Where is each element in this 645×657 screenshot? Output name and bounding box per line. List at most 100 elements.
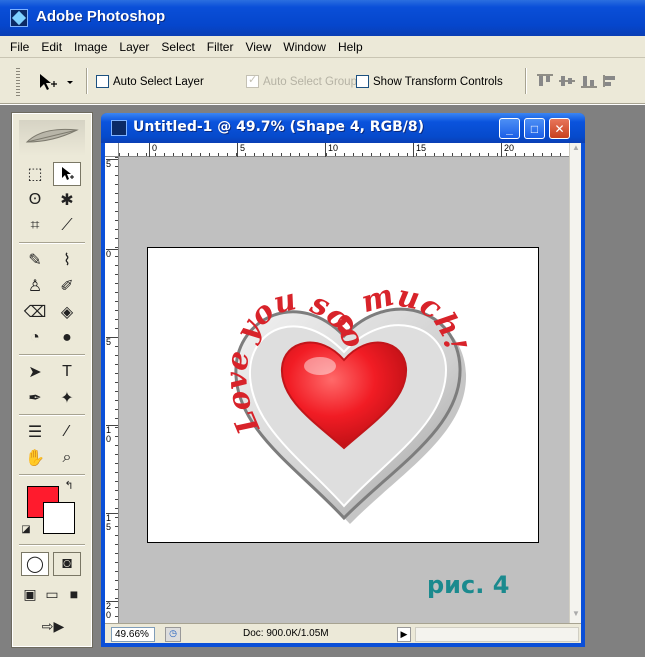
tool-preset-picker[interactable] — [36, 72, 76, 92]
blur-tool-icon[interactable]: ◔ — [21, 326, 49, 350]
separator — [19, 414, 85, 416]
vertical-scrollbar[interactable]: ▲ ▼ — [569, 143, 581, 623]
marquee-tool-icon[interactable]: ⬚ — [21, 162, 49, 186]
separator — [19, 242, 85, 244]
align-vertical-centers-icon[interactable] — [558, 74, 576, 88]
ruler-tick-label: 10 — [325, 143, 338, 157]
feather-icon — [25, 128, 79, 143]
ruler-tick-label: 2 0 — [106, 601, 118, 620]
paint-bucket-tool-icon[interactable]: ◈ — [53, 300, 81, 324]
doc-size-info: Doc: 900.0K/1.05M — [243, 628, 329, 639]
clone-stamp-tool-icon[interactable]: ♙ — [21, 274, 49, 298]
eyedropper-tool-icon[interactable]: ⁄ — [53, 420, 81, 444]
auto-select-groups-label: Auto Select Groups — [263, 75, 363, 88]
show-transform-controls-label: Show Transform Controls — [373, 75, 503, 88]
hand-tool-icon[interactable]: ✋ — [21, 446, 49, 470]
brush-tool-icon[interactable]: ⌇ — [53, 248, 81, 272]
notes-tool-icon[interactable]: ☰ — [21, 420, 49, 444]
standard-screen-mode-icon[interactable]: ▣ — [19, 582, 41, 606]
type-tool-icon[interactable]: T — [53, 360, 81, 384]
menu-window[interactable]: Window — [277, 40, 332, 54]
ruler-tick-label: 5 — [106, 337, 118, 347]
figure-caption: рис. 4 — [427, 571, 510, 599]
document-title-bar[interactable]: Untitled-1 @ 49.7% (Shape 4, RGB/8) _ □ … — [101, 113, 585, 143]
menu-edit[interactable]: Edit — [35, 40, 68, 54]
full-screen-menu-mode-icon[interactable]: ▭ — [41, 582, 63, 606]
ruler-tick-label: 5 — [106, 159, 118, 169]
close-button[interactable]: ✕ — [549, 118, 570, 139]
ruler-tick-label: 0 — [149, 143, 157, 157]
history-brush-tool-icon[interactable]: ✐ — [53, 274, 81, 298]
ruler-tick-label: 15 — [413, 143, 426, 157]
jump-to-imageready-icon[interactable]: ⇨▶ — [23, 614, 83, 638]
checkbox-box[interactable] — [96, 75, 109, 88]
ruler-tick-label: 20 — [501, 143, 514, 157]
options-bar-grip[interactable] — [16, 68, 20, 96]
minimize-button[interactable]: _ — [499, 118, 520, 139]
document-icon — [111, 120, 127, 136]
quick-mask-mode-icon[interactable]: ◙ — [53, 552, 81, 576]
checkbox-box[interactable] — [356, 75, 369, 88]
move-tool-icon — [40, 74, 73, 90]
path-selection-tool-icon[interactable]: ➤ — [21, 360, 49, 384]
magic-wand-tool-icon[interactable]: ✱ — [53, 188, 81, 212]
full-screen-mode-icon[interactable]: ■ — [63, 582, 85, 606]
horizontal-ruler[interactable]: 0 5 10 15 20 — [119, 143, 569, 157]
menu-file[interactable]: File — [4, 40, 35, 54]
app-title: Adobe Photoshop — [36, 8, 166, 25]
move-tool-icon[interactable] — [53, 162, 81, 186]
auto-select-layer-checkbox[interactable]: Auto Select Layer — [96, 75, 204, 88]
chevron-down-icon — [67, 81, 73, 84]
healing-brush-tool-icon[interactable]: ✎ — [21, 248, 49, 272]
menu-view[interactable]: View — [239, 40, 277, 54]
ruler-tick-label: 0 — [106, 249, 118, 259]
menu-select[interactable]: Select — [155, 40, 200, 54]
ruler-tick-label: 5 — [237, 143, 245, 157]
default-colors-icon[interactable]: ◪ — [19, 522, 33, 536]
align-buttons — [536, 74, 620, 88]
toolbox-header[interactable] — [19, 120, 85, 156]
align-top-edges-icon[interactable] — [536, 74, 554, 88]
menu-bar: File Edit Image Layer Select Filter View… — [0, 36, 645, 58]
menu-layer[interactable]: Layer — [113, 40, 155, 54]
canvas[interactable]: Love you sooo much! — [147, 247, 539, 543]
ruler-tick-label: 1 5 — [106, 513, 118, 532]
auto-select-layer-label: Auto Select Layer — [113, 75, 204, 88]
ruler-origin[interactable] — [105, 143, 119, 157]
align-left-edges-icon[interactable] — [602, 74, 620, 88]
separator — [525, 68, 526, 94]
standard-mode-icon[interactable]: ◯ — [21, 552, 49, 576]
scroll-down-icon[interactable]: ▼ — [570, 609, 582, 623]
status-menu-arrow-icon[interactable]: ▶ — [397, 627, 411, 642]
horizontal-scrollbar[interactable] — [415, 627, 579, 642]
options-bar: Auto Select Layer Auto Select Groups Sho… — [0, 58, 645, 104]
swap-colors-icon[interactable]: ↰ — [61, 478, 77, 492]
status-bar: 49.66% ◷ Doc: 900.0K/1.05M ▶ — [105, 623, 581, 643]
separator — [19, 354, 85, 356]
lasso-tool-icon[interactable]: ʘ — [21, 188, 49, 212]
background-color-swatch[interactable] — [43, 502, 75, 534]
heart-artwork[interactable]: Love you sooo much! — [148, 248, 540, 544]
show-transform-controls-checkbox[interactable]: Show Transform Controls — [356, 75, 503, 88]
status-info-icon[interactable]: ◷ — [165, 627, 181, 642]
maximize-button[interactable]: □ — [524, 118, 545, 139]
slice-tool-icon[interactable]: ⟋ — [53, 214, 81, 238]
photoshop-icon — [10, 9, 28, 27]
menu-help[interactable]: Help — [332, 40, 369, 54]
canvas-area[interactable]: Love you sooo much! — [119, 157, 569, 623]
zoom-field[interactable]: 49.66% — [111, 627, 155, 642]
vertical-ruler[interactable]: 5 0 5 1 0 1 5 2 0 — [105, 157, 119, 623]
scroll-up-icon[interactable]: ▲ — [570, 143, 582, 157]
eraser-tool-icon[interactable]: ⌫ — [21, 300, 49, 324]
pen-tool-icon[interactable]: ✒ — [21, 386, 49, 410]
toolbox: ⬚ ʘ ✱ ⌗ ⟋ ✎ ⌇ ♙ ✐ ⌫ ◈ ◔ ● ➤ T ✒ ✦ ☰ ⁄ ✋ … — [11, 112, 93, 648]
document-window: Untitled-1 @ 49.7% (Shape 4, RGB/8) _ □ … — [101, 113, 585, 647]
menu-filter[interactable]: Filter — [201, 40, 240, 54]
align-bottom-edges-icon[interactable] — [580, 74, 598, 88]
app-title-bar: Adobe Photoshop — [0, 0, 645, 36]
zoom-tool-icon[interactable]: ⌕ — [53, 446, 81, 470]
custom-shape-tool-icon[interactable]: ✦ — [53, 386, 81, 410]
crop-tool-icon[interactable]: ⌗ — [21, 214, 49, 238]
dodge-tool-icon[interactable]: ● — [53, 326, 81, 350]
menu-image[interactable]: Image — [68, 40, 113, 54]
